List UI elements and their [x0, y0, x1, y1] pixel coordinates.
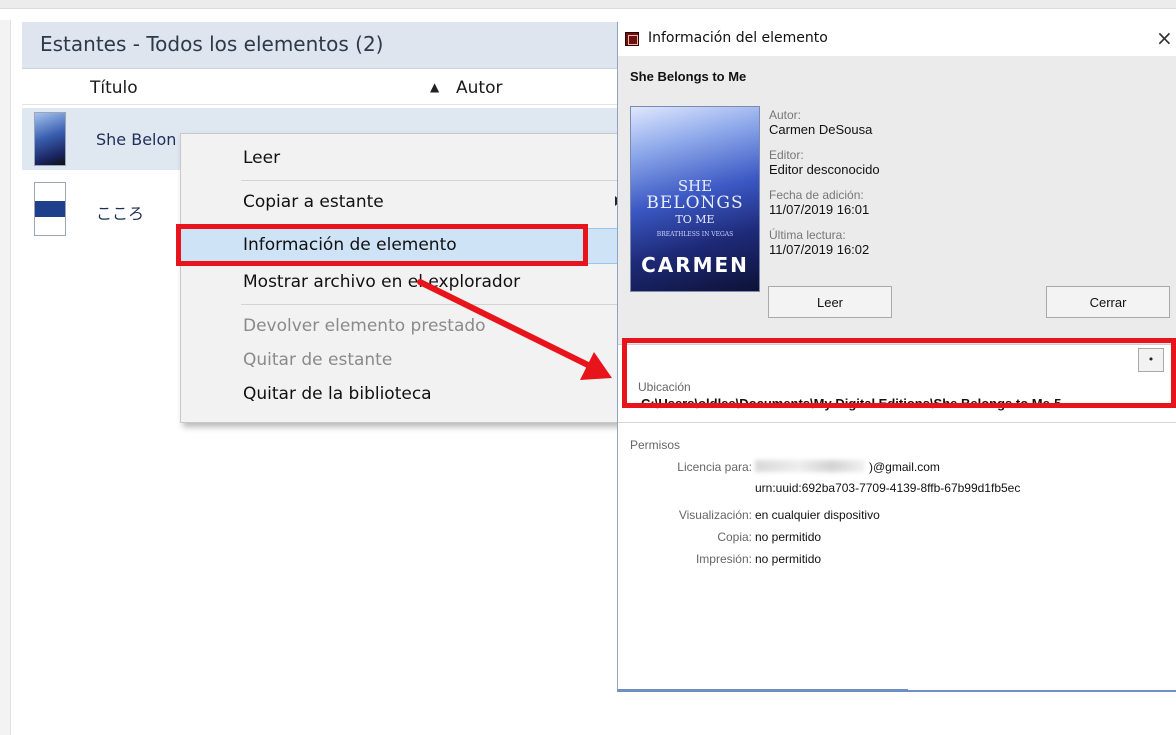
cover-text: BREATHLESS IN VEGAS: [656, 231, 734, 238]
copy-label: Copia:: [717, 530, 752, 544]
cover-text: BELONGS: [646, 193, 744, 213]
menu-item-remove-from-shelf[interactable]: Quitar de estante: [181, 344, 625, 378]
view-label: Visualización:: [678, 508, 752, 522]
read-button[interactable]: Leer: [768, 286, 892, 318]
close-button[interactable]: Cerrar: [1046, 286, 1170, 318]
license-email: )@gmail.com: [869, 460, 940, 474]
book-cover-image: SHE BELONGS TO ME BREATHLESS IN VEGAS CA…: [630, 106, 760, 292]
column-header-row: Título ▲ Autor: [22, 74, 682, 105]
dialog-summary-panel: She Belongs to Me SHE BELONGS TO ME BREA…: [618, 56, 1176, 344]
shelf-title: Estantes - Todos los elementos (2): [40, 32, 384, 56]
dialog-bottom-edge: [618, 689, 908, 691]
cover-text: TO ME: [675, 213, 715, 226]
dialog-title: Información del elemento: [648, 30, 828, 46]
item-info-dialog: Información del elemento × She Belongs t…: [617, 22, 1176, 692]
license-urn: urn:uuid:692ba703-7709-4139-8ffb-67b99d1…: [755, 481, 1021, 495]
publisher-label: Editor:: [769, 148, 804, 162]
last-read-label: Última lectura:: [769, 228, 846, 242]
menu-item-label: Leer: [243, 148, 281, 168]
menu-separator: [241, 180, 619, 181]
dialog-titlebar: Información del elemento ×: [618, 22, 1176, 56]
menu-item-label: Quitar de estante: [243, 350, 393, 370]
dialog-divider: [618, 422, 1176, 423]
menu-item-remove-from-library[interactable]: Quitar de la biblioteca: [181, 378, 625, 412]
shelf-header: Estantes - Todos los elementos (2): [22, 22, 682, 69]
publisher-value: Editor desconocido: [769, 162, 880, 177]
author-value: Carmen DeSousa: [769, 122, 873, 137]
column-header-author[interactable]: Autor: [456, 78, 502, 98]
print-label: Impresión:: [695, 552, 752, 566]
menu-separator: [241, 304, 619, 305]
last-read-value: 11/07/2019 16:02: [769, 242, 870, 257]
library-left-strip: [0, 20, 11, 735]
window-top-edge: [0, 0, 1176, 9]
column-header-title[interactable]: Título: [90, 78, 138, 98]
open-location-button[interactable]: •: [1138, 348, 1164, 372]
menu-item-return-borrowed[interactable]: Devolver elemento prestado: [181, 310, 625, 344]
book-title-cell: こころ: [96, 204, 145, 223]
menu-item-show-in-explorer[interactable]: Mostrar archivo en el explorador: [181, 266, 625, 300]
dialog-divider: [618, 344, 1176, 345]
menu-item-label: Información de elemento: [243, 235, 457, 255]
menu-item-read[interactable]: Leer: [181, 142, 625, 176]
permissions-label: Permisos: [630, 438, 681, 452]
view-value: en cualquier dispositivo: [755, 508, 880, 522]
redacted-email: [755, 460, 865, 472]
context-menu: Leer Copiar a estante Información de ele…: [180, 133, 626, 423]
author-label: Autor:: [769, 108, 802, 122]
menu-item-label: Copiar a estante: [243, 192, 384, 212]
book-cover-thumbnail: [34, 112, 66, 166]
menu-item-item-info[interactable]: Información de elemento: [181, 228, 625, 264]
menu-item-label: Quitar de la biblioteca: [243, 384, 432, 404]
location-path: C:\Users\oldlee\Documents\My Digital Edi…: [641, 396, 1076, 411]
license-label: Licencia para:: [677, 460, 752, 474]
location-label: Ubicación: [638, 380, 691, 394]
app-icon: [625, 32, 639, 46]
menu-item-label: Devolver elemento prestado: [243, 316, 486, 336]
date-added-value: 11/07/2019 16:01: [769, 202, 870, 217]
sort-ascending-icon: ▲: [430, 80, 440, 94]
menu-item-copy-to-shelf[interactable]: Copiar a estante: [181, 186, 625, 220]
print-value: no permitido: [755, 552, 822, 566]
copy-value: no permitido: [755, 530, 822, 544]
date-added-label: Fecha de adición:: [769, 188, 864, 202]
book-title-cell: She Belon: [96, 130, 177, 149]
cover-author-text: CARMEN: [641, 253, 749, 277]
book-title: She Belongs to Me: [630, 69, 747, 84]
close-icon[interactable]: ×: [1156, 26, 1173, 50]
menu-item-label: Mostrar archivo en el explorador: [243, 272, 521, 292]
book-cover-thumbnail: [34, 182, 66, 236]
